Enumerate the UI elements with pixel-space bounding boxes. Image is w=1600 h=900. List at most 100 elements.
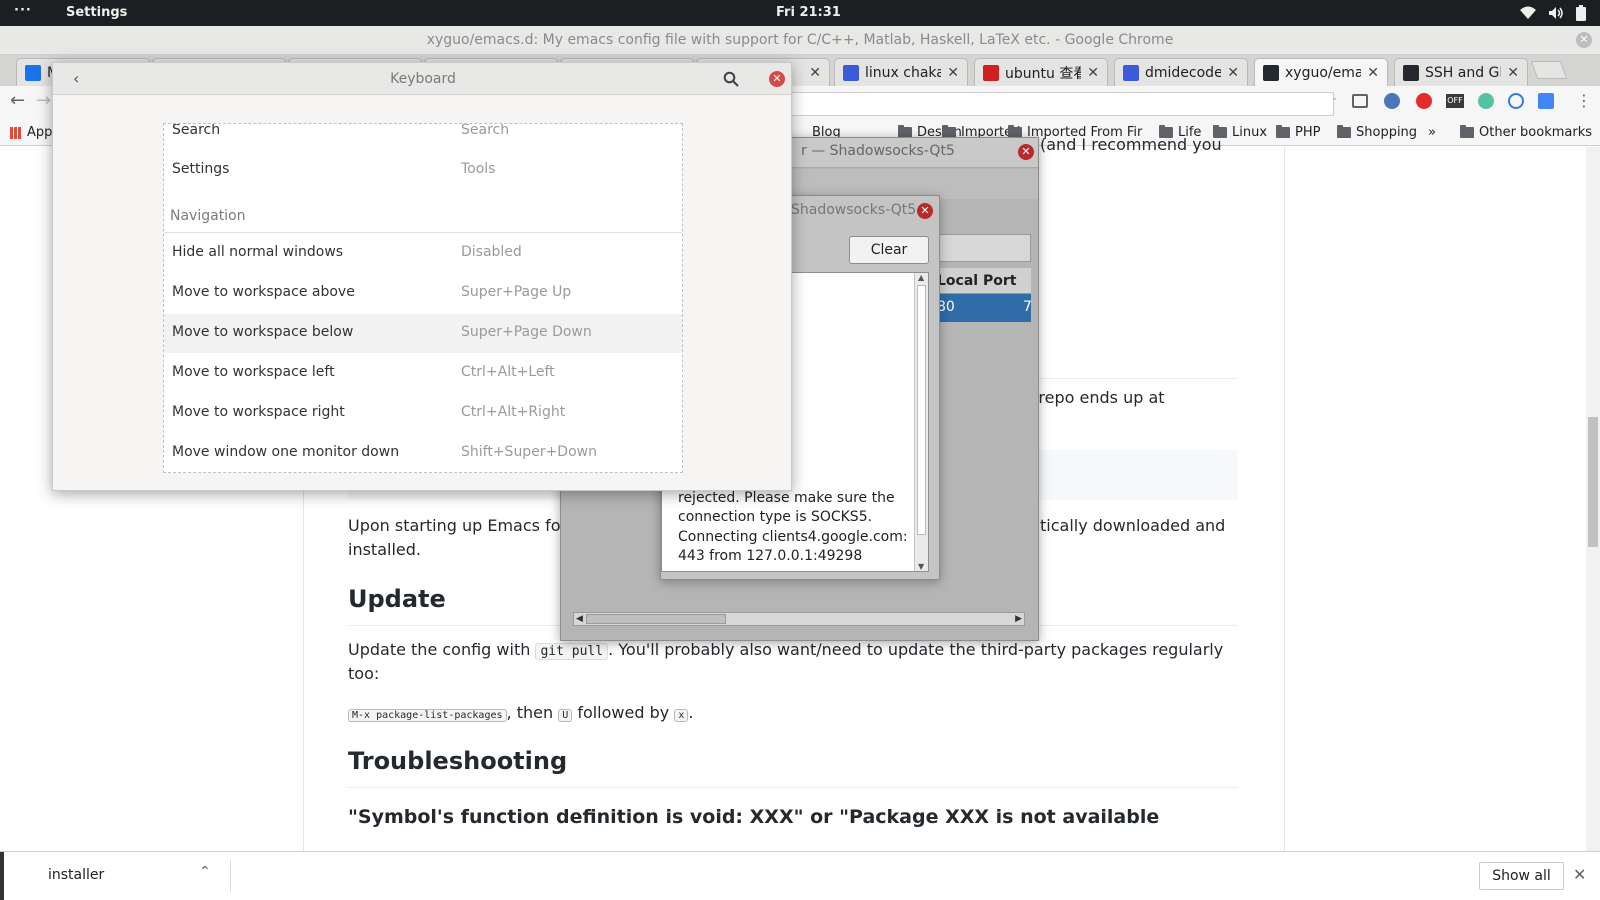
chrome-menu-icon[interactable]: ⋮ [1576, 91, 1592, 110]
window-title: xyguo/emacs.d: My emacs config file with… [426, 32, 1174, 48]
extension-circle-icon[interactable] [1478, 93, 1494, 109]
shortcut-name: Settings [172, 161, 230, 177]
tab-close-icon[interactable]: ✕ [1367, 65, 1379, 81]
battery-icon [1576, 5, 1586, 21]
folder-icon [1276, 125, 1290, 138]
tab-favicon-icon [843, 64, 859, 81]
local-port-column-header[interactable]: Local Port [931, 268, 1031, 294]
extension-icon[interactable] [1384, 93, 1400, 109]
opera-icon[interactable] [1416, 93, 1432, 109]
more-bookmarks-chevron[interactable]: » [1428, 125, 1436, 140]
browser-tab[interactable]: linux chakan ✕ [834, 58, 968, 86]
tab-close-icon[interactable]: ✕ [1227, 65, 1239, 81]
clock[interactable]: Fri 21:31 [776, 5, 841, 20]
then-text: , then [506, 703, 554, 722]
browser-tab[interactable]: dmidecode ✕ [1114, 58, 1248, 86]
shadowsocks-main-close-icon[interactable]: ✕ [1018, 144, 1034, 160]
volume-icon [1549, 7, 1563, 19]
shortcut-name: Move to workspace below [172, 324, 354, 340]
log-line: rejected. Please make sure the [678, 489, 895, 506]
shortcut-row[interactable]: Move window one monitor down Shift+Super… [164, 434, 682, 472]
shadowsocks-hscroll[interactable]: ◀ ▶ [573, 612, 1025, 626]
back-arrow-icon[interactable]: ← [10, 90, 25, 111]
apps-label: App [27, 125, 53, 140]
log-line: 443 from 127.0.0.1:49298 [678, 548, 863, 565]
shadowsocks-log-close-icon[interactable]: ✕ [917, 203, 933, 219]
scrollbar-thumb[interactable] [1588, 417, 1598, 547]
scroll-right-icon[interactable]: ▶ [1015, 614, 1022, 624]
close-download-bar-icon[interactable]: ✕ [1573, 865, 1586, 884]
section-divider [164, 232, 682, 233]
shortcut-row-hovered[interactable]: Move to workspace below Super+Page Down [164, 314, 682, 353]
content-right-border [1284, 147, 1285, 851]
shortcut-row[interactable]: Move to workspace above Super+Page Up [164, 274, 682, 313]
cast-icon[interactable] [1352, 94, 1368, 108]
clear-log-button[interactable]: Clear [849, 236, 929, 264]
log-scroll-up-icon[interactable]: ▲ [918, 273, 924, 282]
shadowsocks-filter-field[interactable] [925, 234, 1031, 262]
gnome-top-bar: ··· Settings Fri 21:31 [0, 0, 1600, 26]
activities-button[interactable]: ··· [14, 3, 32, 18]
other-bookmarks[interactable]: Other bookmarks [1460, 125, 1592, 140]
tab-close-icon[interactable]: ✕ [1507, 65, 1519, 81]
folder-icon [1460, 125, 1474, 138]
startup-text: Upon starting up Emacs fo [348, 516, 561, 535]
git-pull-code: git pull [535, 643, 609, 660]
system-tray[interactable] [1520, 5, 1586, 21]
shortcut-row[interactable]: Hide all normal windows Disabled [164, 234, 682, 273]
tab-favicon-icon [1263, 64, 1279, 81]
log-scroll-down-icon[interactable]: ▼ [918, 562, 924, 571]
log-scroll-thumb[interactable] [917, 285, 926, 535]
scroll-left-icon[interactable]: ◀ [576, 614, 583, 624]
new-tab-button[interactable] [1530, 61, 1568, 79]
hscroll-thumb[interactable] [586, 614, 726, 624]
selected-connection-row[interactable]: 80 7 [931, 294, 1032, 322]
shortcut-row[interactable]: Search Search [164, 124, 682, 151]
next-column-value: 7 [1023, 299, 1032, 315]
download-progress-edge [0, 852, 4, 900]
other-bookmarks-label: Other bookmarks [1479, 125, 1593, 140]
extension-ring-icon[interactable] [1508, 93, 1524, 109]
update-text-continued: . You'll probably also want/need to upda… [608, 640, 1224, 659]
apps-shortcut[interactable]: App [10, 125, 52, 140]
bookmark-item[interactable]: Shopping [1337, 125, 1417, 140]
troubleshooting-divider [348, 787, 1238, 788]
update-text-wrap: too: [348, 664, 380, 683]
show-all-button[interactable]: Show all [1479, 862, 1564, 890]
symbol-error-heading: "Symbol's function definition is void: X… [348, 806, 1160, 828]
window-close-button[interactable]: ✕ [1576, 32, 1592, 48]
bookmark-label: Shopping [1356, 125, 1418, 140]
log-scrollbar[interactable]: ▲ ▼ [914, 273, 928, 571]
shortcut-key: Disabled [461, 244, 522, 260]
browser-tab[interactable]: SSH and GP ✕ [1394, 58, 1528, 86]
tab-close-icon[interactable]: ✕ [809, 65, 821, 81]
tab-close-icon[interactable]: ✕ [947, 65, 959, 81]
u-key-code: U [558, 709, 573, 722]
shortcut-name: Move window one monitor down [172, 444, 400, 460]
settings-title: Keyboard [390, 71, 456, 87]
shortcut-key: Super+Page Up [461, 284, 572, 300]
translate-icon[interactable] [1538, 93, 1554, 109]
settings-close-icon[interactable]: ✕ [769, 71, 785, 87]
shadowsocks-main-title: r — Shadowsocks-Qt5 [801, 143, 955, 159]
shortcut-row[interactable]: Move to workspace right Ctrl+Alt+Right [164, 394, 682, 433]
app-menu[interactable]: Settings [66, 5, 127, 20]
tab-label: SSH and GP [1425, 64, 1502, 81]
off-extension-icon[interactable]: OFF [1446, 94, 1464, 108]
forward-arrow-icon[interactable]: → [36, 90, 51, 111]
download-divider [230, 860, 231, 892]
browser-tab[interactable]: xyguo/emac ✕ [1254, 58, 1388, 86]
tab-favicon-icon [1123, 64, 1139, 81]
shortcut-row[interactable]: Settings Tools [164, 151, 682, 190]
bookmark-item[interactable]: PHP [1276, 125, 1320, 140]
browser-tab[interactable]: ubuntu 查看 ✕ [974, 58, 1108, 86]
page-scrollbar[interactable] [1586, 147, 1600, 851]
tab-close-icon[interactable]: ✕ [1087, 65, 1099, 81]
tab-label: xyguo/emac [1285, 64, 1361, 81]
address-bar[interactable] [778, 92, 1334, 116]
shortcut-key: Tools [461, 161, 496, 177]
search-icon[interactable] [723, 71, 739, 87]
download-file-name[interactable]: installer [48, 867, 104, 883]
chevron-up-icon[interactable]: ⌃ [199, 864, 211, 880]
shortcut-row[interactable]: Move to workspace left Ctrl+Alt+Left [164, 354, 682, 393]
